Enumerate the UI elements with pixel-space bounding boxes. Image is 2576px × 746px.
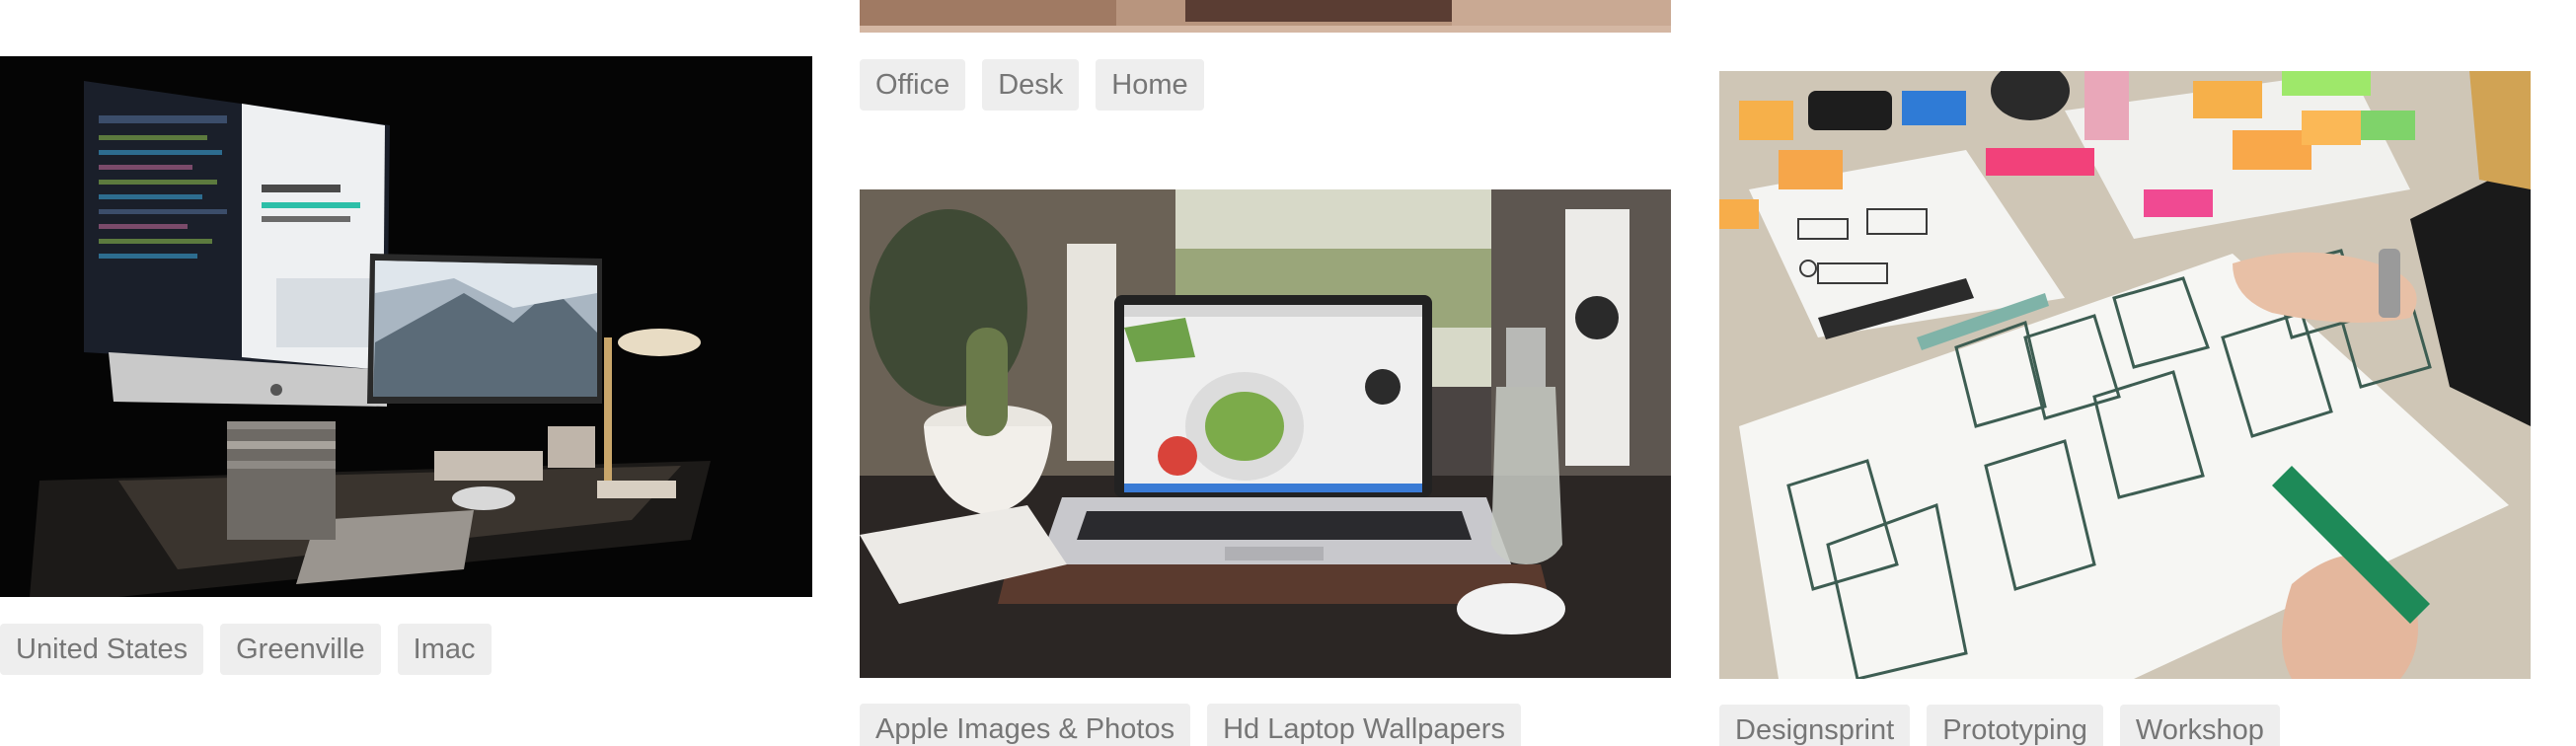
tag-office[interactable]: Office <box>860 59 966 111</box>
tag-list-design-sprint: Designsprint Prototyping Workshop <box>1719 705 2280 746</box>
tag-workshop[interactable]: Workshop <box>2119 705 2280 746</box>
photo-laptop-desk-image <box>860 189 1671 678</box>
tag-prototyping[interactable]: Prototyping <box>1927 705 2103 746</box>
tag-united-states[interactable]: United States <box>0 624 204 675</box>
tag-list-laptop-desk: Apple Images & Photos Hd Laptop Wallpape… <box>860 704 1521 746</box>
tag-list-imac-desk: United States Greenville Imac <box>0 624 492 675</box>
tag-desk[interactable]: Desk <box>982 59 1080 111</box>
photo-previous-desk[interactable] <box>860 0 1671 33</box>
tag-apple-images-photos[interactable]: Apple Images & Photos <box>860 704 1191 746</box>
photo-grid: Office Desk Home United States Greenvill… <box>0 0 2576 746</box>
photo-imac-desk-image <box>0 56 812 597</box>
tag-imac[interactable]: Imac <box>397 624 492 675</box>
tag-hd-laptop-wallpapers[interactable]: Hd Laptop Wallpapers <box>1207 704 1521 746</box>
photo-imac-desk[interactable] <box>0 56 812 597</box>
tag-list-previous: Office Desk Home <box>860 59 1204 111</box>
photo-design-sprint[interactable] <box>1719 71 2531 679</box>
tag-greenville[interactable]: Greenville <box>220 624 381 675</box>
tag-designsprint[interactable]: Designsprint <box>1719 705 1911 746</box>
tag-home[interactable]: Home <box>1096 59 1204 111</box>
photo-design-sprint-image <box>1719 71 2531 679</box>
photo-laptop-desk[interactable] <box>860 189 1671 678</box>
